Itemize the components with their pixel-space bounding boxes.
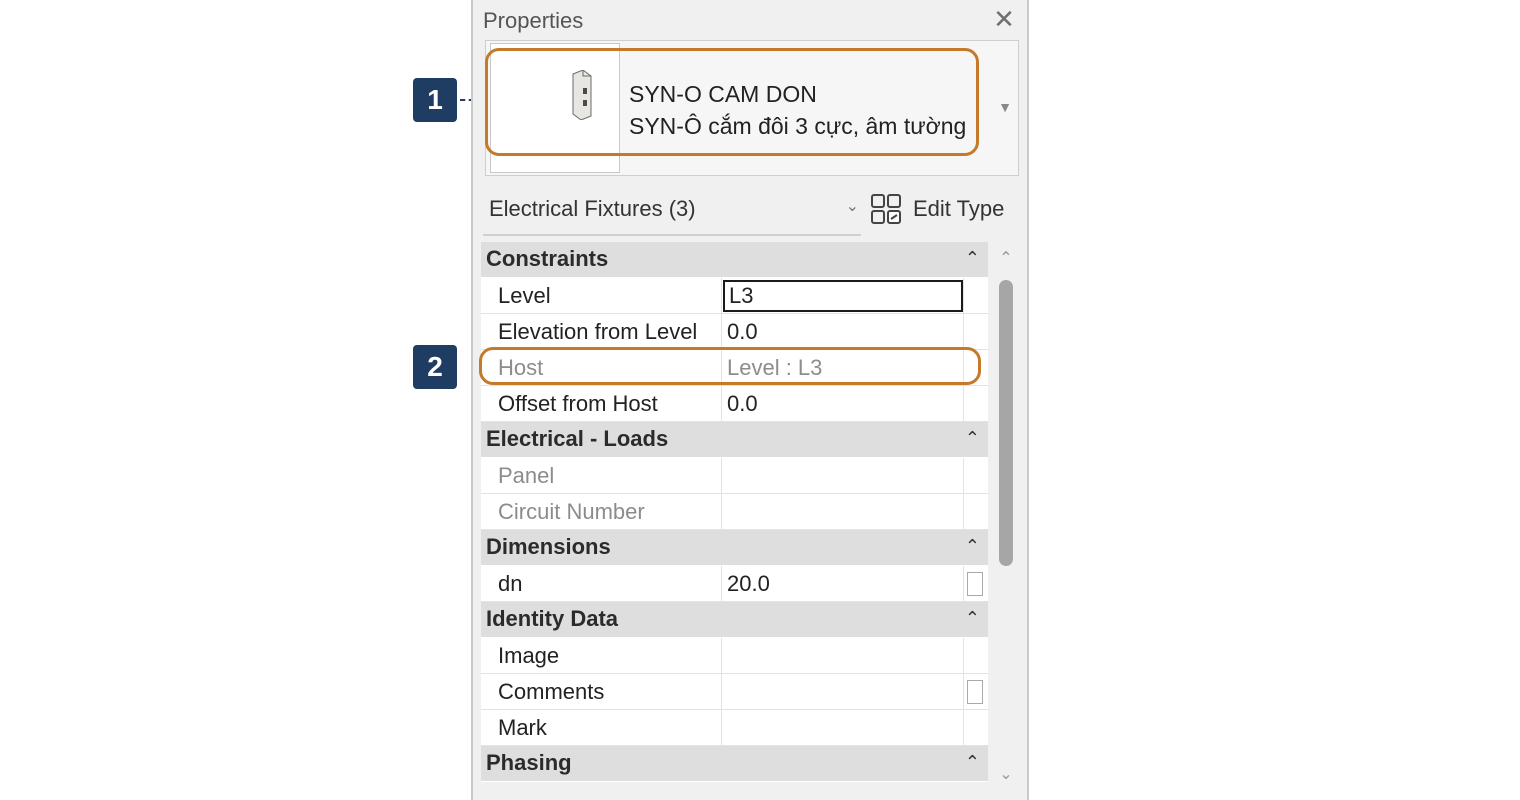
row-mark[interactable]: Mark	[481, 710, 988, 746]
property-label: dn	[498, 571, 523, 596]
chevron-down-icon: ⌄	[845, 198, 859, 215]
scroll-up-icon[interactable]: ⌃	[995, 248, 1017, 270]
property-value[interactable]: 20.0	[727, 571, 770, 597]
property-label: Image	[498, 643, 560, 668]
edit-type-icon	[871, 194, 901, 224]
section-electrical-loads[interactable]: Electrical - Loads ⌃	[481, 422, 988, 458]
level-value-input[interactable]	[723, 280, 963, 312]
highlight-host-row	[479, 347, 981, 385]
properties-panel: Properties ✕ SYN-O CAM DON SYN-Ô cắm đôi…	[471, 0, 1029, 800]
edit-type-button[interactable]: Edit Type	[869, 190, 1019, 230]
property-label: Level	[498, 283, 551, 308]
collapse-section-icon[interactable]: ⌃	[965, 536, 980, 557]
associate-parameter-button[interactable]	[967, 680, 983, 704]
property-label: Mark	[498, 715, 547, 740]
section-constraints[interactable]: Constraints ⌃	[481, 242, 988, 278]
row-panel: Panel	[481, 458, 988, 494]
section-label: Dimensions	[486, 534, 611, 559]
edit-type-label: Edit Type	[913, 196, 1005, 221]
row-level[interactable]: Level	[481, 278, 988, 314]
property-label: Circuit Number	[498, 499, 645, 524]
instance-filter-dropdown[interactable]: Electrical Fixtures (3) ⌄	[483, 190, 861, 236]
property-value[interactable]: 0.0	[727, 319, 758, 345]
scrollbar-thumb[interactable]	[999, 280, 1013, 566]
section-dimensions[interactable]: Dimensions ⌃	[481, 530, 988, 566]
row-dn[interactable]: dn 20.0	[481, 566, 988, 602]
scroll-down-icon[interactable]: ⌄	[995, 764, 1017, 786]
highlight-type-selector	[485, 48, 979, 156]
close-icon[interactable]: ✕	[989, 4, 1019, 34]
property-label: Comments	[498, 679, 605, 704]
section-label: Identity Data	[486, 606, 619, 631]
section-label: Phasing	[486, 750, 572, 775]
properties-titlebar: Properties ✕	[473, 0, 1027, 40]
collapse-section-icon[interactable]: ⌃	[965, 248, 980, 269]
row-elevation-from-level[interactable]: Elevation from Level 0.0	[481, 314, 988, 350]
callout-2-badge: 2	[413, 345, 457, 389]
collapse-section-icon[interactable]: ⌃	[965, 752, 980, 773]
associate-parameter-button[interactable]	[967, 572, 983, 596]
property-label: Elevation from Level	[498, 319, 698, 344]
section-label: Electrical - Loads	[486, 426, 669, 451]
chevron-down-icon[interactable]: ▼	[996, 99, 1014, 117]
row-image[interactable]: Image	[481, 638, 988, 674]
collapse-section-icon[interactable]: ⌃	[965, 608, 980, 629]
callout-1-badge: 1	[413, 78, 457, 122]
property-value[interactable]: 0.0	[727, 391, 758, 417]
panel-title: Properties	[483, 8, 584, 33]
section-phasing[interactable]: Phasing ⌃	[481, 746, 988, 782]
property-label: Panel	[498, 463, 555, 488]
row-circuit-number: Circuit Number	[481, 494, 988, 530]
properties-scrollbar[interactable]: ⌃ ⌄	[991, 246, 1021, 800]
row-offset-from-host[interactable]: Offset from Host 0.0	[481, 386, 988, 422]
collapse-section-icon[interactable]: ⌃	[965, 428, 980, 449]
section-label: Constraints	[486, 246, 609, 271]
row-comments[interactable]: Comments	[481, 674, 988, 710]
filter-label: Electrical Fixtures (3)	[489, 196, 696, 221]
section-identity-data[interactable]: Identity Data ⌃	[481, 602, 988, 638]
property-label: Offset from Host	[498, 391, 658, 416]
